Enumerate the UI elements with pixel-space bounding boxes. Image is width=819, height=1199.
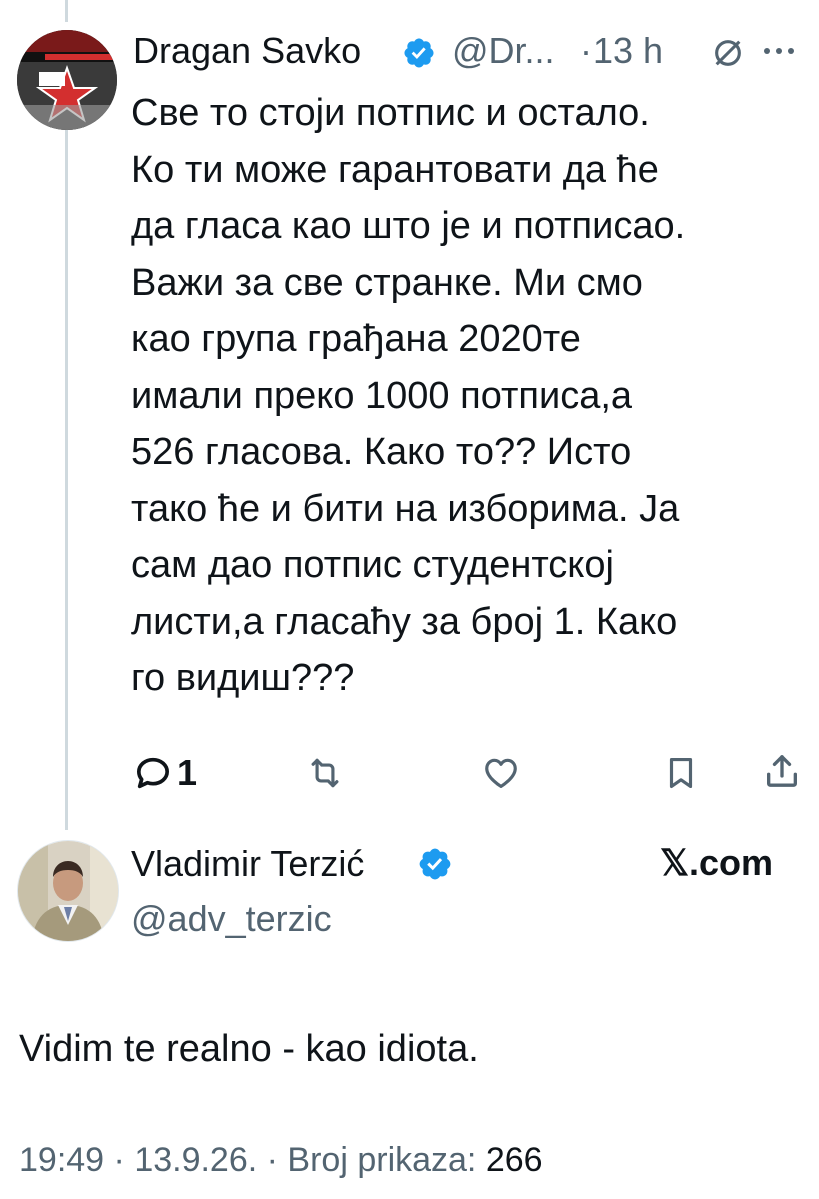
bookmark-icon bbox=[662, 753, 700, 793]
meta-separator: · bbox=[257, 1141, 288, 1179]
tweet-text-line: сам дао потпис студентској bbox=[131, 544, 614, 586]
tweet-meta: 19:49 · 13.9.26. · Broj prikaza: 266 bbox=[19, 1141, 543, 1180]
meta-separator: · bbox=[104, 1141, 135, 1179]
tweet-text-line: тако ће и бити на изборима. Ја bbox=[131, 487, 680, 530]
views-label: Broj prikaza: bbox=[287, 1141, 486, 1179]
tweet-time[interactable]: 13 h bbox=[593, 30, 663, 72]
tweet-text-line: листи,а гласаћу за број 1. Како bbox=[131, 600, 678, 643]
tweet-text-line: го видиш??? bbox=[131, 657, 355, 699]
bookmark-button[interactable] bbox=[662, 753, 700, 793]
tweet-text-line: имали преко 1000 потписа,а bbox=[131, 374, 633, 417]
repost-icon bbox=[304, 754, 346, 792]
views-count: 266 bbox=[485, 1141, 543, 1179]
grok-icon[interactable] bbox=[711, 36, 745, 75]
avatar-image bbox=[18, 841, 118, 941]
tweet-text-line: као група грађана 2020те bbox=[131, 318, 581, 360]
avatar-image bbox=[17, 30, 117, 130]
thread-line-connector bbox=[65, 122, 68, 830]
author-name[interactable]: Vladimir Terzić bbox=[131, 843, 364, 885]
reply-icon bbox=[133, 753, 173, 793]
heart-icon bbox=[481, 754, 521, 792]
tweet-date[interactable]: 13.9.26. bbox=[134, 1141, 257, 1179]
tweet-text-line: Важи за све странке. Ми смо bbox=[131, 261, 643, 304]
reply-text: Vidim te realno - kao idiota. bbox=[19, 1028, 479, 1070]
tweet-text-line: Ко ти може гарантовати да ће bbox=[131, 148, 659, 191]
verified-badge-icon bbox=[417, 846, 453, 887]
avatar-vladimir-terzic[interactable] bbox=[17, 840, 119, 942]
verified-badge-icon bbox=[402, 36, 436, 75]
reply-button[interactable]: 1 bbox=[133, 752, 197, 794]
avatar-dragan-savko[interactable] bbox=[17, 30, 117, 130]
author-name[interactable]: Dragan Savko bbox=[133, 30, 361, 72]
tweet-text-line: Све то стоји потпис и остало. bbox=[131, 92, 650, 134]
tweet-text: Све то стоји потпис и остало. Ко ти може… bbox=[131, 85, 811, 707]
author-handle[interactable]: @Dr... bbox=[452, 30, 555, 72]
meta-separator: · bbox=[580, 30, 592, 71]
share-button[interactable] bbox=[762, 751, 802, 791]
repost-button[interactable] bbox=[304, 754, 346, 792]
author-handle[interactable]: @adv_terzic bbox=[131, 898, 332, 940]
more-horizontal-icon[interactable] bbox=[762, 44, 796, 63]
tweet-text-line: 526 гласова. Како то?? Исто bbox=[131, 431, 632, 473]
reply-count: 1 bbox=[177, 752, 198, 793]
tweet-text-line: да гласа као што је и потписао. bbox=[131, 205, 686, 247]
share-icon bbox=[762, 751, 802, 791]
tweet-time[interactable]: 19:49 bbox=[19, 1141, 104, 1179]
thread-line-top bbox=[65, 0, 68, 22]
like-button[interactable] bbox=[481, 754, 521, 792]
x-com-watermark: 𝕏.com bbox=[660, 842, 774, 883]
